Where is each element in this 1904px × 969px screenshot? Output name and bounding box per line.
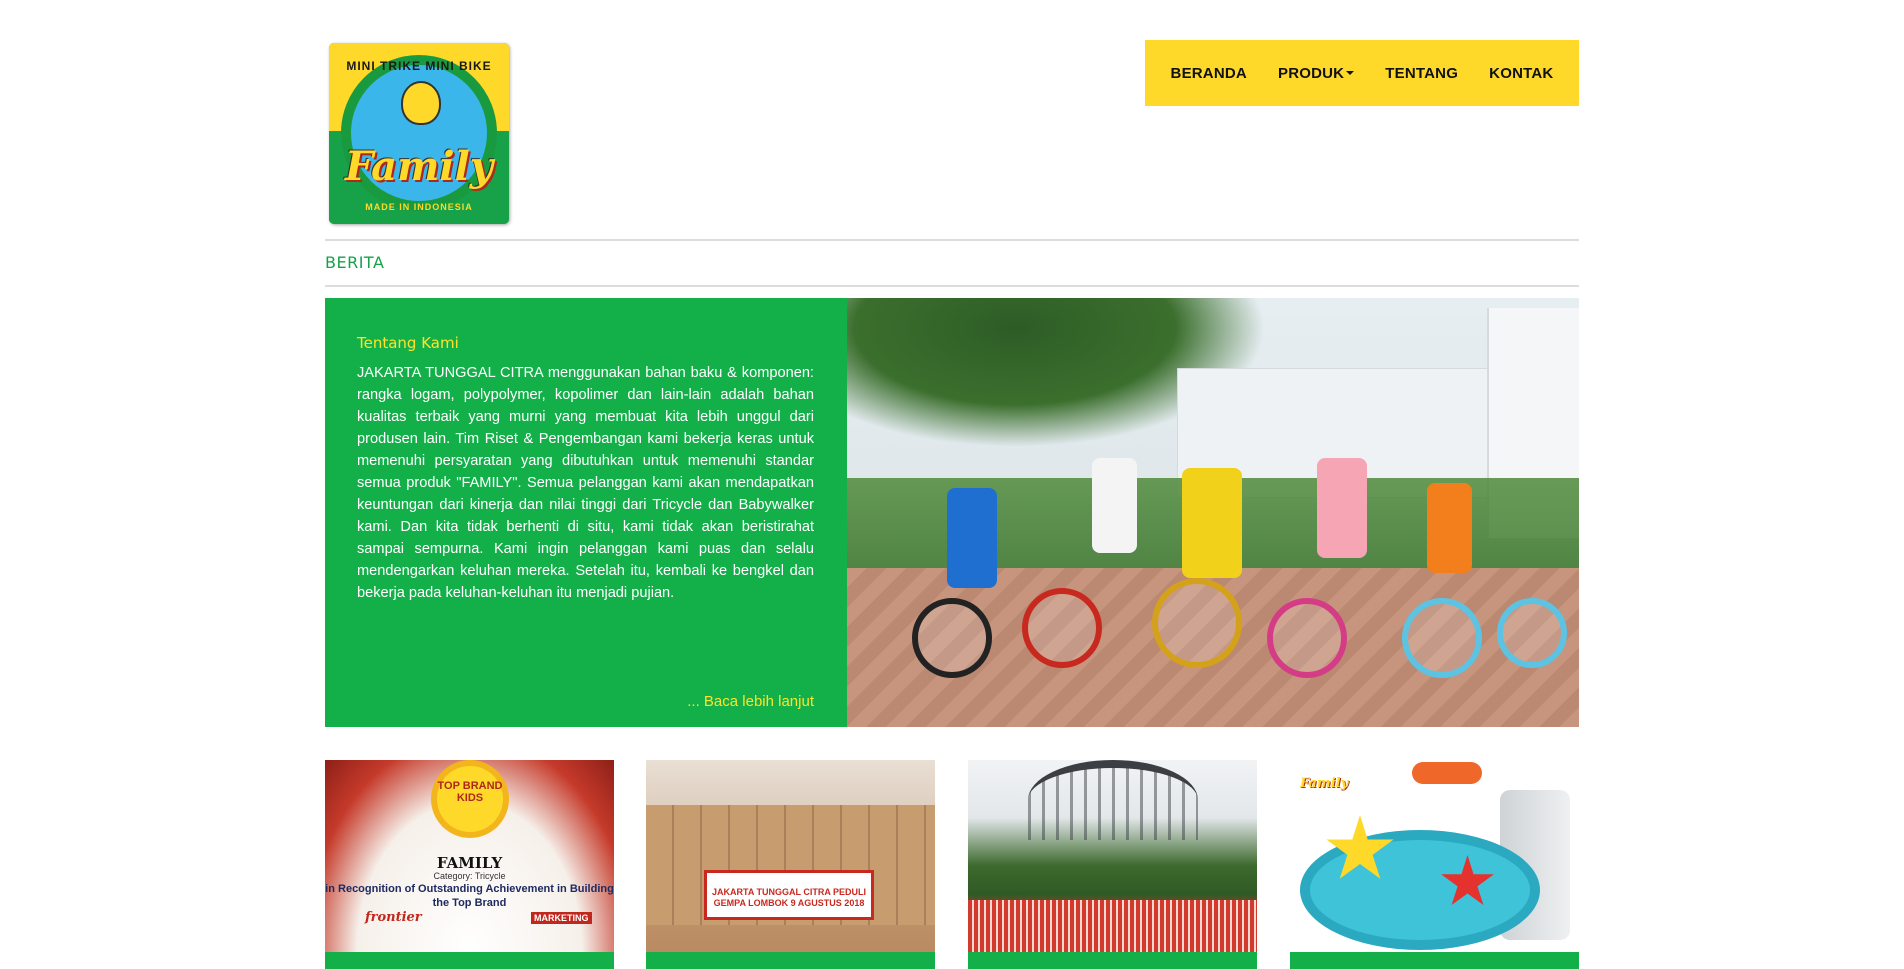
- banner-text: JAKARTA TUNGGAL CITRA PEDULI GEMPA LOMBO…: [712, 887, 866, 908]
- event-image: [968, 760, 1257, 952]
- bike-wheel: [1402, 598, 1482, 678]
- nav-item-label: BERANDA: [1170, 64, 1247, 82]
- kid-orange-shirt: [1427, 483, 1472, 573]
- bike-wheel: [1022, 588, 1102, 668]
- page: MINI TRIKE MINI BIKE Family MADE IN INDO…: [0, 0, 1904, 969]
- about-body: JAKARTA TUNGGAL CITRA menggunakan bahan …: [357, 365, 814, 601]
- nav-item-beranda[interactable]: BERANDA: [1171, 65, 1247, 82]
- nav-item-kontak[interactable]: KONTAK: [1489, 65, 1553, 82]
- logo-wordmark: Family: [344, 143, 494, 190]
- award-image: TOP BRAND KIDS FAMILY Category: Tricycle…: [325, 760, 614, 952]
- crowd: [968, 900, 1257, 952]
- read-more-link[interactable]: ... Baca lebih lanjut: [687, 693, 814, 710]
- nav-item-tentang[interactable]: TENTANG: [1385, 65, 1458, 82]
- nav-item-produk[interactable]: PRODUK: [1278, 64, 1355, 82]
- orange-handle: [1412, 762, 1482, 784]
- caret-down-icon: [1346, 71, 1355, 75]
- kid-yellow-shirt: [1182, 468, 1242, 578]
- product-image: Family: [1290, 760, 1579, 952]
- divider-top: [325, 239, 1579, 241]
- stadium-dome: [1028, 760, 1198, 840]
- logo-tagline: MADE IN INDONESIA: [365, 202, 473, 212]
- walker-tray: [1300, 830, 1540, 950]
- divider-bottom: [325, 285, 1579, 287]
- hero-photo-kids-bikes: [847, 298, 1579, 727]
- card-caption-bar: [325, 952, 614, 969]
- news-card-event[interactable]: [968, 760, 1257, 969]
- main-nav: BERANDA PRODUK TENTANG KONTAK: [1145, 40, 1579, 106]
- award-recognition: in Recognition of Outstanding Achievemen…: [325, 883, 614, 909]
- family-mini-logo: Family: [1300, 776, 1349, 791]
- kid-pink-shirt: [1317, 458, 1367, 558]
- news-card-charity[interactable]: JAKARTA TUNGGAL CITRA PEDULI GEMPA LOMBO…: [646, 760, 935, 969]
- marketing-logo: MARKETING: [531, 912, 592, 924]
- duck-mascot-icon: [401, 81, 441, 125]
- nav-item-label: TENTANG: [1385, 64, 1459, 82]
- bike-wheel: [1497, 598, 1567, 668]
- section-title: BERITA: [325, 253, 385, 272]
- bike-wheel: [912, 598, 992, 678]
- card-caption-bar: [646, 952, 935, 969]
- nav-item-label: KONTAK: [1489, 64, 1554, 82]
- bike-wheel: [1267, 598, 1347, 678]
- badge-text: TOP BRAND KIDS: [437, 780, 503, 804]
- nav-item-label: PRODUK: [1278, 64, 1345, 82]
- logo-arc-text: MINI TRIKE MINI BIKE: [346, 59, 492, 73]
- bike-wheel: [1152, 578, 1242, 668]
- card-caption-bar: [1290, 952, 1579, 969]
- about-title: Tentang Kami: [357, 334, 459, 352]
- news-card-product[interactable]: Family: [1290, 760, 1579, 969]
- brand-logo[interactable]: MINI TRIKE MINI BIKE Family MADE IN INDO…: [329, 43, 509, 224]
- kid-blue-shirt: [947, 488, 997, 588]
- about-panel: Tentang Kami JAKARTA TUNGGAL CITRA mengg…: [325, 298, 847, 727]
- award-brand: FAMILY: [436, 854, 503, 872]
- card-caption-bar: [968, 952, 1257, 969]
- news-card-award[interactable]: TOP BRAND KIDS FAMILY Category: Tricycle…: [325, 760, 614, 969]
- charity-banner: JAKARTA TUNGGAL CITRA PEDULI GEMPA LOMBO…: [704, 870, 874, 920]
- frontier-logo: frontier: [365, 910, 422, 925]
- kid-white-shirt: [1092, 458, 1137, 553]
- award-category: Category: Tricycle: [433, 871, 506, 881]
- charity-image: JAKARTA TUNGGAL CITRA PEDULI GEMPA LOMBO…: [646, 760, 935, 952]
- top-brand-badge-icon: TOP BRAND KIDS: [437, 766, 503, 832]
